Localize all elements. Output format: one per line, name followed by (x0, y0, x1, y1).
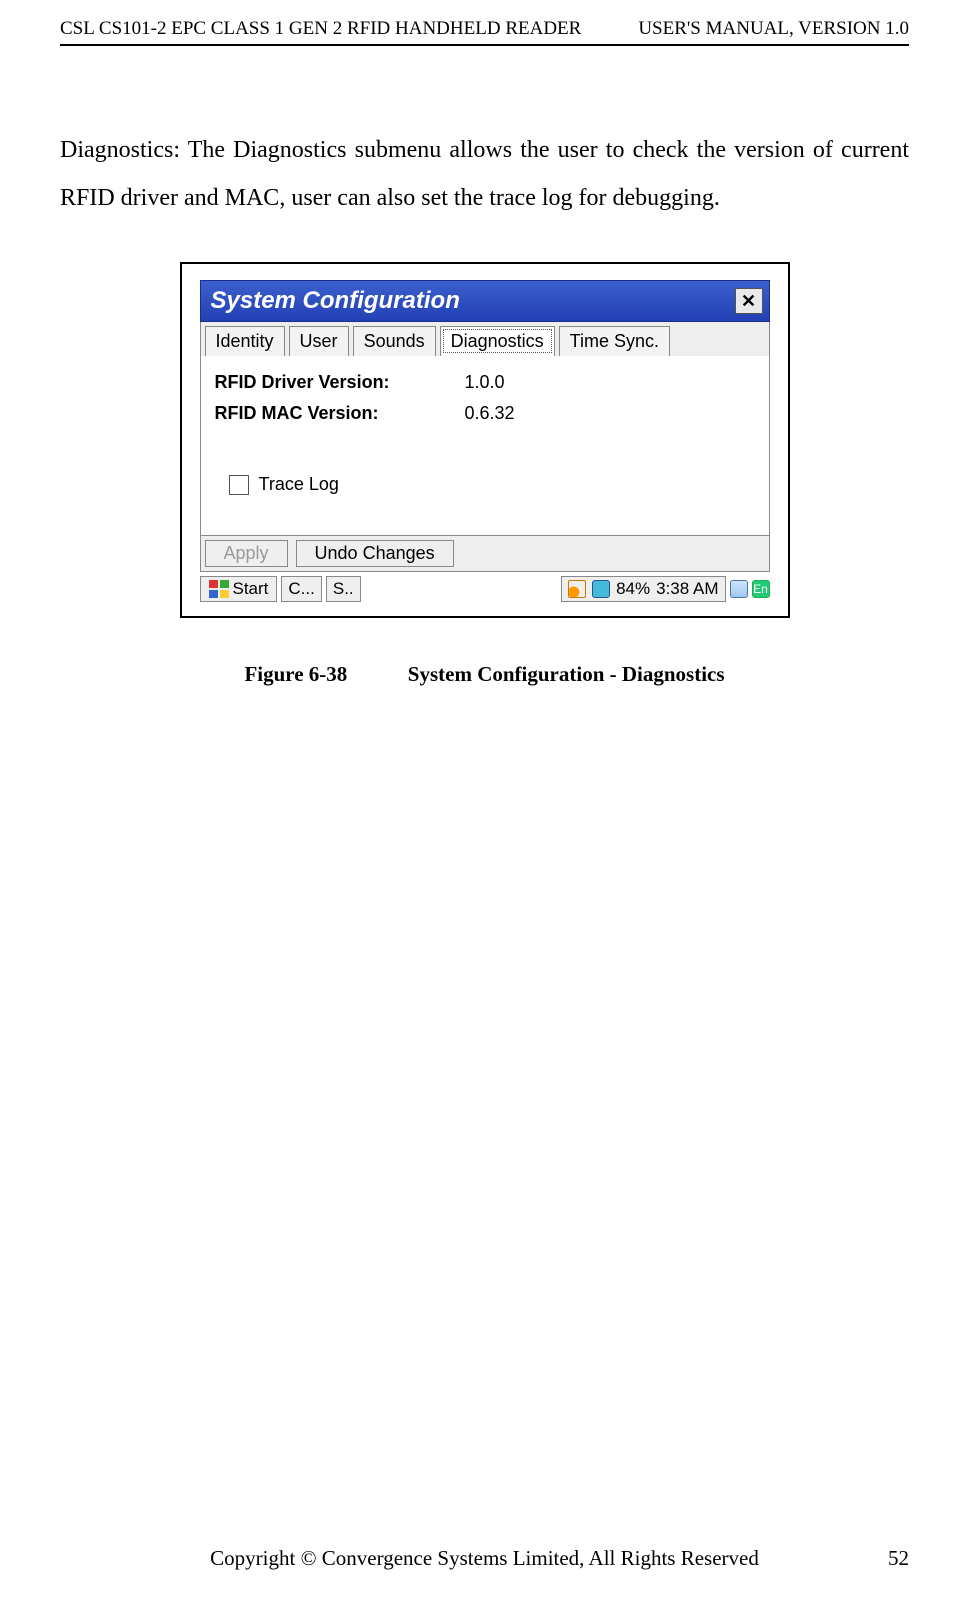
tab-diagnostics[interactable]: Diagnostics (440, 326, 555, 356)
screenshot-window: System Configuration ✕ Identity User Sou… (200, 280, 770, 602)
window-titlebar: System Configuration ✕ (200, 280, 770, 322)
row-mac: RFID MAC Version: 0.6.32 (215, 403, 755, 424)
row-driver: RFID Driver Version: 1.0.0 (215, 372, 755, 393)
tab-content: RFID Driver Version: 1.0.0 RFID MAC Vers… (200, 356, 770, 536)
battery-percent: 84% (616, 579, 650, 599)
page: CSL CS101-2 EPC CLASS 1 GEN 2 RFID HANDH… (0, 0, 969, 1599)
apply-button[interactable]: Apply (205, 540, 288, 567)
driver-label: RFID Driver Version: (215, 372, 465, 393)
tab-sounds[interactable]: Sounds (353, 326, 436, 356)
taskbar-item-2[interactable]: S.. (326, 576, 361, 602)
tab-identity[interactable]: Identity (205, 326, 285, 356)
figure-wrapper: System Configuration ✕ Identity User Sou… (60, 262, 909, 618)
tab-timesync[interactable]: Time Sync. (559, 326, 670, 356)
figure-title: System Configuration - Diagnostics (408, 662, 725, 686)
undo-button[interactable]: Undo Changes (296, 540, 454, 567)
start-button[interactable]: Start (200, 576, 278, 602)
clock: 3:38 AM (656, 579, 718, 599)
start-label: Start (233, 579, 269, 599)
page-number: 52 (888, 1546, 909, 1571)
network-icon[interactable] (568, 580, 586, 598)
figure-caption: Figure 6-38 System Configuration - Diagn… (60, 662, 909, 687)
system-tray: 84% 3:38 AM (561, 576, 725, 602)
taskbar: Start C... S.. 84% 3:38 AM En (200, 576, 770, 602)
tracelog-row: Trace Log (229, 474, 755, 495)
tab-user[interactable]: User (289, 326, 349, 356)
window-title: System Configuration (211, 287, 460, 315)
driver-value: 1.0.0 (465, 372, 505, 393)
tracelog-label: Trace Log (259, 474, 339, 495)
header-left: CSL CS101-2 EPC CLASS 1 GEN 2 RFID HANDH… (60, 18, 581, 40)
page-header: CSL CS101-2 EPC CLASS 1 GEN 2 RFID HANDH… (60, 0, 909, 46)
copyright: Copyright © Convergence Systems Limited,… (210, 1546, 759, 1571)
mac-value: 0.6.32 (465, 403, 515, 424)
figure-border: System Configuration ✕ Identity User Sou… (180, 262, 790, 618)
figure-number: Figure 6-38 (244, 662, 347, 686)
tab-strip: Identity User Sounds Diagnostics Time Sy… (200, 322, 770, 356)
taskbar-item-1[interactable]: C... (281, 576, 321, 602)
header-right: USER'S MANUAL, VERSION 1.0 (638, 18, 909, 40)
button-bar: Apply Undo Changes (200, 536, 770, 572)
intro-paragraph: Diagnostics: The Diagnostics submenu all… (60, 126, 909, 222)
refresh-tray-icon[interactable] (730, 580, 748, 598)
mac-label: RFID MAC Version: (215, 403, 465, 424)
keyboard-lang-icon[interactable]: En (752, 580, 770, 598)
tracelog-checkbox[interactable] (229, 475, 249, 495)
windows-flag-icon (209, 580, 229, 598)
page-footer: Copyright © Convergence Systems Limited,… (0, 1546, 969, 1571)
close-button[interactable]: ✕ (735, 288, 763, 314)
battery-icon[interactable] (592, 580, 610, 598)
